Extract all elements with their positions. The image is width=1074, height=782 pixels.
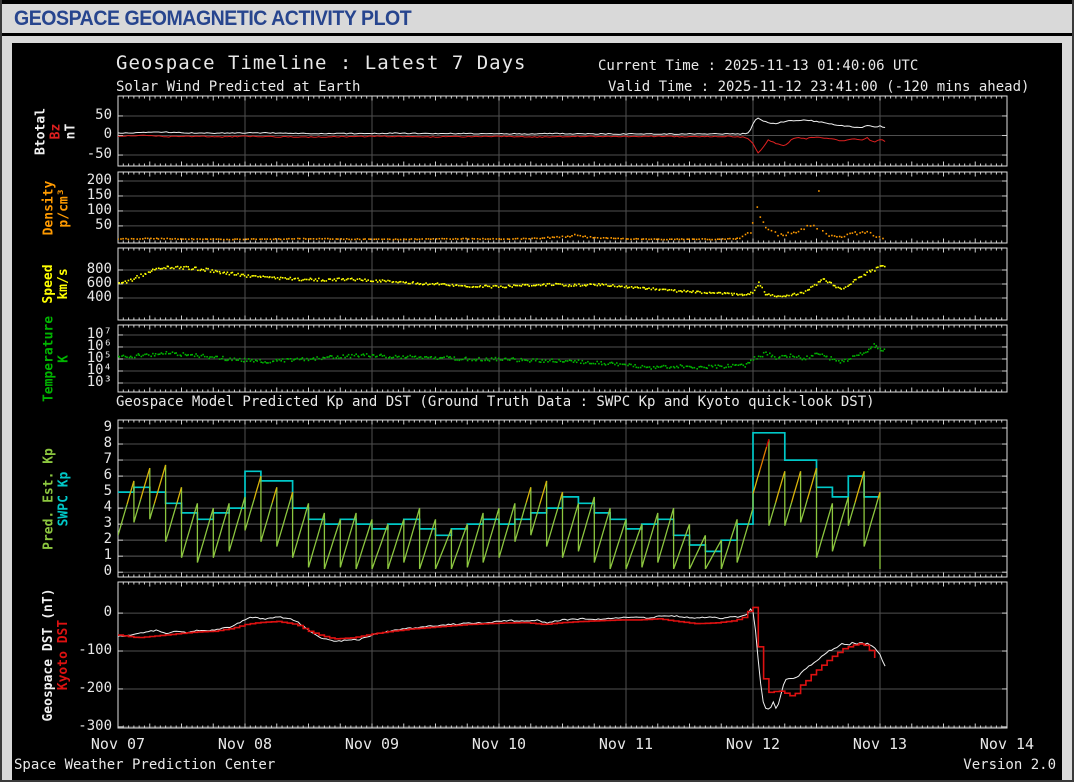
y-tick-label: 5 <box>104 483 112 499</box>
x-tick-label: Nov 10 <box>454 735 544 753</box>
y-tick-label: 400 <box>87 289 112 305</box>
y-tick-label: -200 <box>78 680 112 696</box>
y-tick-label: 6 <box>104 467 112 483</box>
y-tick-label: 50 <box>95 217 112 233</box>
y-tick-label: -50 <box>87 146 112 162</box>
y-tick-label: 100 <box>87 202 112 218</box>
y-tick-label: 4 <box>104 499 112 515</box>
y-tick-label: 9 <box>104 419 112 435</box>
y-tick-label: 7 <box>104 451 112 467</box>
y-tick-label: 8 <box>104 435 112 451</box>
y-tick-label: -300 <box>78 718 112 734</box>
x-tick-label: Nov 14 <box>962 735 1052 753</box>
y-tick-label: 200 <box>87 172 112 188</box>
y-tick-label: 2 <box>104 531 112 547</box>
y-tick-label: 0 <box>104 563 112 579</box>
page-header: GEOSPACE GEOMAGNETIC ACTIVITY PLOT <box>0 4 1074 33</box>
chart-canvas <box>12 43 1062 782</box>
x-tick-label: Nov 07 <box>73 735 163 753</box>
y-tick-label: -100 <box>78 642 112 658</box>
kp-section-title: Geospace Model Predicted Kp and DST (Gro… <box>116 394 875 410</box>
y-tick-label: 150 <box>87 187 112 203</box>
x-tick-label: Nov 09 <box>327 735 417 753</box>
ylabel-line: Geospace DST (nT) <box>41 562 56 748</box>
y-tick-label: 0 <box>104 604 112 620</box>
x-tick-label: Nov 11 <box>581 735 671 753</box>
ylabel-line: K <box>56 305 71 412</box>
page: { "page": { "header_title": "GEOSPACE GE… <box>0 0 1074 782</box>
y-tick-label: 10³ <box>87 374 112 390</box>
header-divider <box>0 33 1074 36</box>
footer-version: Version 2.0 <box>963 757 1056 773</box>
panel-density-series <box>117 190 884 240</box>
ylabel-line: Kyoto DST <box>56 562 71 748</box>
ylabel-line: Temperature <box>41 305 56 412</box>
x-tick-label: Nov 12 <box>708 735 798 753</box>
footer-credit: Space Weather Prediction Center <box>14 757 275 773</box>
panel-dst-series <box>118 607 885 709</box>
y-tick-label: 50 <box>95 107 112 123</box>
valid-time: Valid Time : 2025-11-12 23:41:00 (-120 m… <box>608 79 1029 95</box>
y-tick-label: 3 <box>104 515 112 531</box>
panel-temperature-ylabel: TemperatureK <box>41 305 71 412</box>
plot-title: Geospace Timeline : Latest 7 Days <box>116 52 527 74</box>
geospace-plot: Geospace Timeline : Latest 7 Days Curren… <box>12 43 1062 782</box>
current-time: Current Time : 2025-11-13 01:40:06 UTC <box>598 58 918 74</box>
plot-subtitle: Solar Wind Predicted at Earth <box>116 79 360 95</box>
y-tick-label: 0 <box>104 126 112 142</box>
y-tick-label: 1 <box>104 547 112 563</box>
x-tick-label: Nov 08 <box>200 735 290 753</box>
panel-dst-ylabel: Geospace DST (nT)Kyoto DST <box>41 562 71 748</box>
page-title: GEOSPACE GEOMAGNETIC ACTIVITY PLOT <box>14 7 411 31</box>
x-tick-label: Nov 13 <box>835 735 925 753</box>
